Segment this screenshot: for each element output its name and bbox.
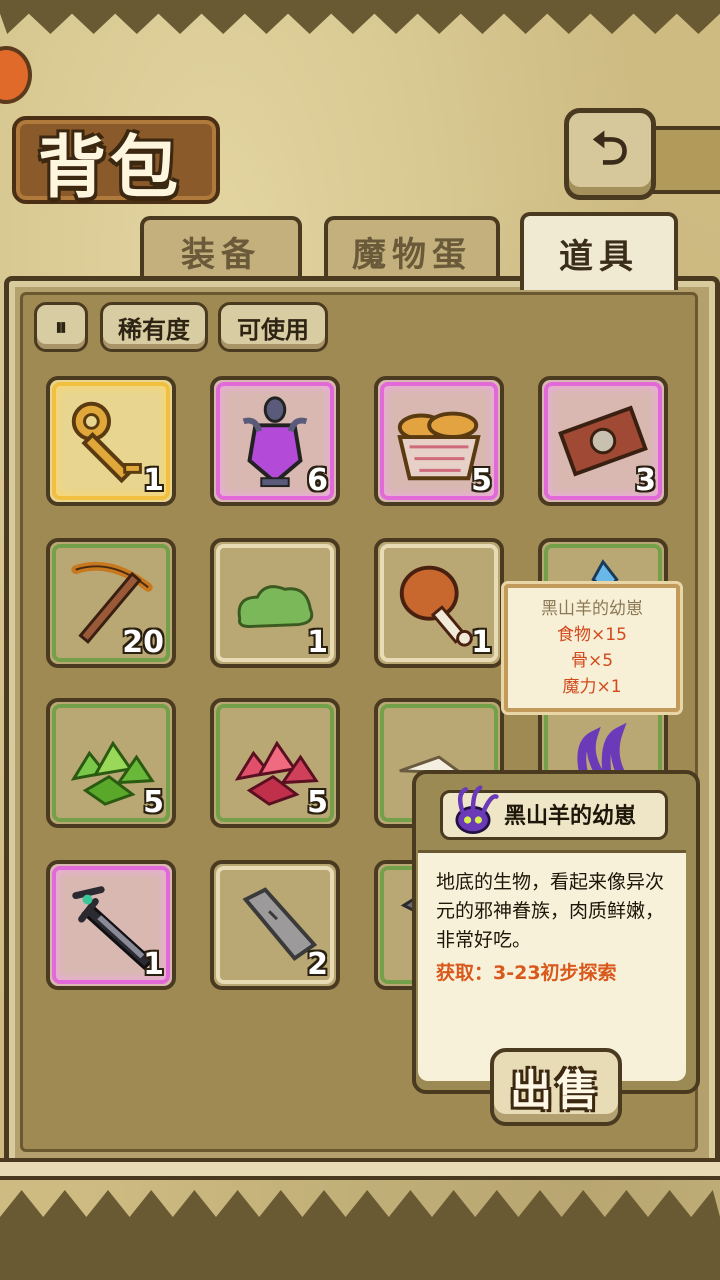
tab-label: 道具 <box>559 236 639 277</box>
inventory-item[interactable]: 1 <box>46 376 176 506</box>
inventory-item[interactable]: 1 <box>46 860 176 990</box>
tab-label: 装备 <box>181 234 261 275</box>
inventory-item[interactable]: 3 <box>538 376 668 506</box>
item-count: 3 <box>635 463 656 498</box>
item-name: 黑山羊的幼崽 <box>504 804 637 829</box>
item-count: 1 <box>143 947 164 982</box>
inventory-item[interactable]: 20 <box>46 538 176 668</box>
inventory-item[interactable]: 2 <box>210 860 340 990</box>
filter-rarity-button[interactable]: 稀有度 <box>100 302 208 352</box>
item-count: 1 <box>471 625 492 660</box>
inventory-item[interactable]: 1 <box>374 538 504 668</box>
item-count: 6 <box>307 463 328 498</box>
sell-button[interactable]: 出售 <box>490 1048 622 1126</box>
black-goat-young-icon <box>455 785 499 834</box>
tab-monster-egg[interactable]: 魔物蛋 <box>324 216 500 282</box>
tooltip-line: 魔力×1 <box>562 677 622 697</box>
tooltip-line: 食物×15 <box>557 625 627 645</box>
inventory-item[interactable]: 1 <box>210 538 340 668</box>
back-button[interactable]: ⮌ <box>564 108 656 200</box>
item-count: 20 <box>122 625 164 660</box>
item-count: 1 <box>143 463 164 498</box>
item-source: 获取：3-23初步探索 <box>436 962 617 984</box>
item-count: 2 <box>307 947 328 982</box>
filter-label: 可使用 <box>237 315 309 344</box>
sell-label: 出售 <box>509 1065 602 1115</box>
panel-bottom-bar <box>0 1158 720 1180</box>
item-tooltip: 黑山羊的幼崽 食物×15 骨×5 魔力×1 <box>504 584 680 712</box>
inventory-item[interactable]: 5 <box>374 376 504 506</box>
sort-toggle-button[interactable]: ⏸ <box>34 302 88 352</box>
inventory-item[interactable]: 5 <box>210 698 340 828</box>
sort-icon: ⏸ <box>55 313 67 341</box>
tab-equipment[interactable]: 装备 <box>140 216 302 282</box>
tab-label: 魔物蛋 <box>352 234 472 275</box>
item-count: 1 <box>307 625 328 660</box>
filter-label: 稀有度 <box>118 315 190 344</box>
item-description: 地底的生物，看起来像异次元的邪神眷族，肉质鲜嫩，非常好吃。 <box>436 871 665 951</box>
tab-items[interactable]: 道具 <box>520 212 678 290</box>
inventory-item[interactable]: 6 <box>210 376 340 506</box>
item-count: 5 <box>307 785 328 820</box>
item-count: 5 <box>143 785 164 820</box>
filter-usable-button[interactable]: 可使用 <box>218 302 328 352</box>
tooltip-title: 黑山羊的幼崽 <box>541 599 643 619</box>
back-arrow-icon: ⮌ <box>591 121 629 175</box>
page-title: 背包 <box>38 129 183 208</box>
tooltip-line: 骨×5 <box>570 651 614 671</box>
inventory-item[interactable]: 5 <box>46 698 176 828</box>
item-count: 5 <box>471 463 492 498</box>
